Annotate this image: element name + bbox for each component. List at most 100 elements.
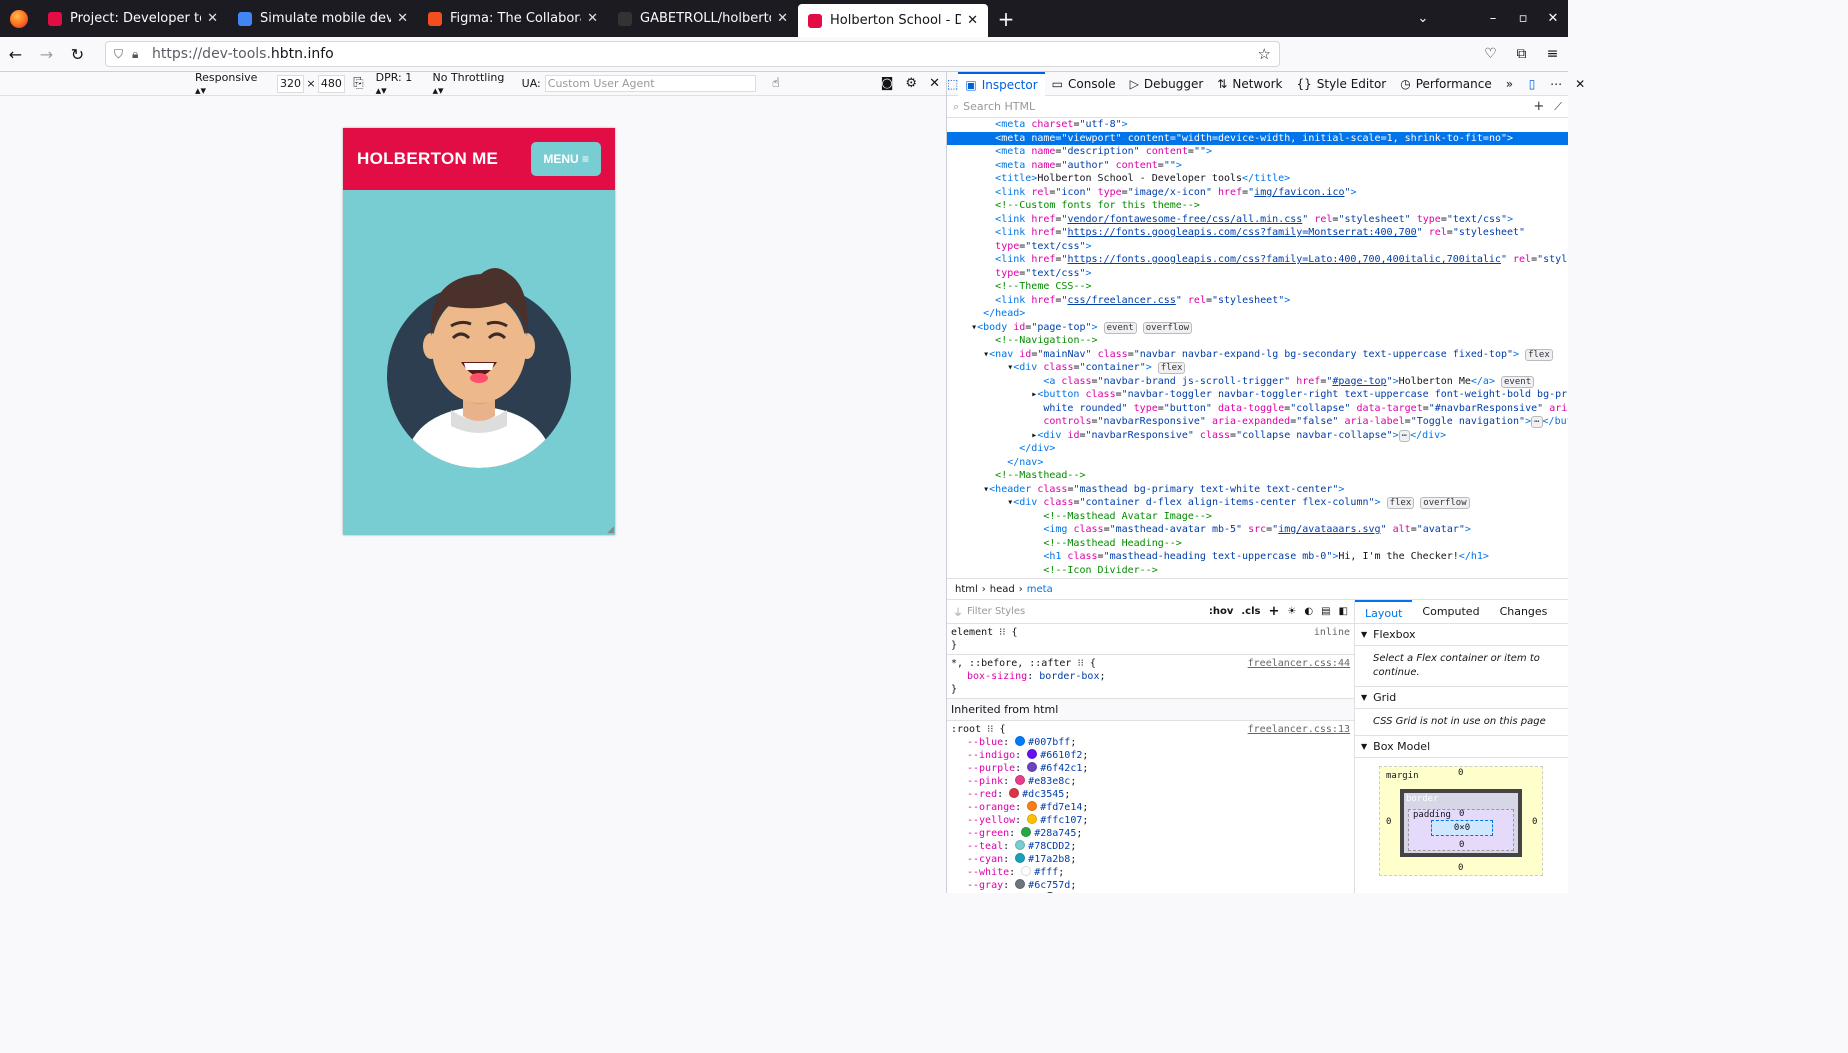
var-value[interactable]: #ffc107 (1040, 815, 1082, 826)
breadcrumb-meta[interactable]: meta (1027, 584, 1053, 595)
close-tab-icon[interactable]: ✕ (777, 11, 788, 26)
var-name[interactable]: --white (967, 867, 1009, 878)
breadcrumb-html[interactable]: html (955, 584, 978, 595)
var-value[interactable]: #dc3545 (1022, 789, 1064, 800)
css-variable-decl[interactable]: --green: #28a745; (951, 827, 1350, 840)
margin-left-value[interactable]: 0 (1386, 817, 1391, 827)
height-input[interactable]: 480 (317, 74, 346, 93)
markup-node-line[interactable]: <meta name="viewport" content="width=dev… (947, 131, 1568, 145)
close-tab-icon[interactable]: ✕ (397, 11, 408, 26)
markup-node-line[interactable]: ▸<div id="navbarResponsive" class="colla… (947, 429, 1568, 443)
padding-top-value[interactable]: 0 (1459, 809, 1464, 819)
breadcrumb-head[interactable]: head (990, 584, 1015, 595)
color-swatch-icon[interactable] (1021, 827, 1032, 837)
markup-node-line[interactable]: <!--Custom fonts for this theme--> (947, 199, 1568, 213)
tab-inspector[interactable]: ▣ Inspector (958, 71, 1045, 96)
css-variable-decl[interactable]: --orange: #fd7e14; (951, 801, 1350, 814)
css-variable-decl[interactable]: --white: #fff; (951, 866, 1350, 879)
bookmark-star-icon[interactable]: ☆ (1258, 45, 1271, 63)
color-swatch-icon[interactable] (1015, 879, 1026, 889)
ua-input[interactable]: Custom User Agent (544, 75, 756, 92)
screenshot-icon[interactable]: ◙ (881, 76, 894, 91)
dpr-select[interactable]: DPR: 1 ▴▾ (376, 71, 423, 97)
settings-icon[interactable]: ⚙ (905, 76, 917, 91)
pocket-icon[interactable]: ♡ (1475, 46, 1506, 62)
css-variable-decl[interactable]: --indigo: #6610f2; (951, 749, 1350, 762)
minimize-icon[interactable]: – (1478, 11, 1508, 26)
markup-node-line[interactable]: type="text/css"> (947, 240, 1568, 254)
var-value[interactable]: #6f42c1 (1040, 763, 1082, 774)
hov-toggle[interactable]: :hov (1209, 606, 1234, 617)
margin-bottom-value[interactable]: 0 (1458, 863, 1463, 873)
markup-node-line[interactable]: ▸<button class="navbar-toggler navbar-to… (947, 388, 1568, 402)
browser-tab[interactable]: Figma: The Collaborative ✕ (418, 0, 608, 37)
forward-icon[interactable]: → (31, 45, 62, 64)
browser-tab[interactable]: Simulate mobile devices ✕ (228, 0, 418, 37)
markup-node-line[interactable]: <!--Masthead--> (947, 469, 1568, 483)
markup-node-line[interactable]: type="text/css"> (947, 267, 1568, 281)
markup-node-line[interactable]: <link href="https://fonts.googleapis.com… (947, 226, 1568, 240)
var-name[interactable]: --purple (967, 763, 1015, 774)
prop-name[interactable]: box-sizing (967, 671, 1027, 682)
rule-source-link[interactable]: freelancer.css:44 (1248, 657, 1350, 670)
app-menu-icon[interactable]: ≡ (1537, 46, 1568, 62)
browser-tab[interactable]: GABETROLL/holbertonsc ✕ (608, 0, 798, 37)
markup-node-line[interactable]: ▸<div class="divider-custom divider-ligh… (947, 577, 1568, 578)
css-variable-decl[interactable]: --blue: #007bff; (951, 736, 1350, 749)
tab-style-editor[interactable]: {} Style Editor (1289, 72, 1393, 96)
markup-node-line[interactable]: </div> (947, 442, 1568, 456)
cls-toggle[interactable]: .cls (1241, 606, 1260, 617)
filter-styles-input[interactable]: Filter Styles (967, 606, 1201, 617)
tab-performance[interactable]: ◷ Performance (1393, 72, 1499, 96)
tab-layout[interactable]: Layout (1355, 600, 1413, 624)
html-search-input[interactable]: Search HTML (963, 100, 1523, 113)
var-name[interactable]: --red (967, 789, 997, 800)
close-tab-icon[interactable]: ✕ (967, 13, 978, 28)
markup-node-line[interactable]: <!--Icon Divider--> (947, 564, 1568, 578)
var-name[interactable]: --teal (967, 841, 1003, 852)
padding-bottom-value[interactable]: 0 (1459, 840, 1464, 850)
markup-node-line[interactable]: <meta name="description" content=""> (947, 145, 1568, 159)
browser-tab[interactable]: Holberton School - Devel ✕ (798, 4, 988, 37)
list-all-tabs-icon[interactable]: ⌄ (1408, 11, 1438, 26)
prop-value[interactable]: border-box (1039, 671, 1099, 682)
markup-node-line[interactable]: <a class="navbar-brand js-scroll-trigger… (947, 375, 1568, 389)
markup-node-line[interactable]: <!--Masthead Avatar Image--> (947, 510, 1568, 524)
color-swatch-icon[interactable] (1015, 736, 1026, 746)
more-tools-icon[interactable]: » (1499, 72, 1520, 96)
markup-node-line[interactable]: <meta charset="utf-8"> (947, 118, 1568, 132)
color-swatch-icon[interactable] (1045, 892, 1056, 893)
tab-changes[interactable]: Changes (1490, 600, 1558, 624)
var-name[interactable]: --cyan (967, 854, 1003, 865)
print-media-icon[interactable]: ▤ (1321, 606, 1330, 617)
tab-network[interactable]: ⇅ Network (1210, 72, 1289, 96)
devtools-menu-icon[interactable]: ⋯ (1544, 77, 1568, 91)
markup-node-line[interactable]: ▾<div class="container d-flex align-item… (947, 496, 1568, 510)
margin-right-value[interactable]: 0 (1532, 817, 1537, 827)
var-value[interactable]: #6610f2 (1040, 750, 1082, 761)
width-input[interactable]: 320 (276, 74, 305, 93)
dock-side-icon[interactable]: ▯ (1520, 77, 1544, 91)
lock-icon[interactable]: 🔒︎ (132, 47, 152, 62)
var-name[interactable]: --yellow (967, 815, 1015, 826)
light-scheme-icon[interactable]: ☀ (1287, 606, 1296, 617)
back-icon[interactable]: ← (0, 45, 31, 64)
tab-debugger[interactable]: ▷ Debugger (1123, 72, 1211, 96)
markup-node-line[interactable]: </head> (947, 307, 1568, 321)
css-variable-decl[interactable]: --yellow: #ffc107; (951, 814, 1350, 827)
new-tab-button[interactable]: + (988, 7, 1024, 31)
var-value[interactable]: #28a745 (1034, 828, 1076, 839)
tracking-shield-icon[interactable]: ⛉ (114, 47, 132, 62)
menu-toggle-button[interactable]: MENU ≡ (531, 142, 601, 176)
markup-node-line[interactable]: ▾<nav id="mainNav" class="navbar navbar-… (947, 348, 1568, 362)
markup-node-line[interactable]: <!--Masthead Heading--> (947, 537, 1568, 551)
var-name[interactable]: --gray (967, 880, 1003, 891)
markup-node-line[interactable]: <link href="https://fonts.googleapis.com… (947, 253, 1568, 267)
color-swatch-icon[interactable] (1021, 866, 1032, 876)
close-tab-icon[interactable]: ✕ (587, 11, 598, 26)
extensions-icon[interactable]: ⧉ (1506, 46, 1537, 62)
css-variable-decl[interactable]: --red: #dc3545; (951, 788, 1350, 801)
tab-console[interactable]: ▭ Console (1045, 72, 1123, 96)
var-name[interactable]: --indigo (967, 750, 1015, 761)
tab-computed[interactable]: Computed (1412, 600, 1489, 624)
